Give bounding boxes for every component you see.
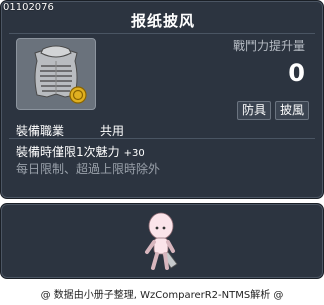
job-value: 共用 bbox=[100, 124, 125, 138]
character-preview-panel bbox=[0, 203, 324, 279]
limit-text: 每日限制、超過上限時除外 bbox=[16, 162, 161, 176]
combat-power-label: 戰鬥力提升量 bbox=[232, 39, 305, 53]
character-preview-icon bbox=[145, 212, 178, 270]
item-title: 报纸披风 bbox=[130, 12, 195, 30]
equip-bonus-value: +30 bbox=[123, 148, 145, 159]
job-label: 裝備職業 bbox=[16, 124, 65, 138]
tag-cape: 披風 bbox=[274, 101, 309, 120]
combat-power-value: 0 bbox=[288, 59, 305, 87]
divider bbox=[9, 138, 315, 139]
divider bbox=[9, 33, 315, 34]
equip-text: 裝備時僅限1次魅力 bbox=[16, 145, 120, 159]
item-icon-frame bbox=[16, 38, 96, 110]
item-tooltip: 01102076 报纸披风 戰鬥力提升量 0 防具 披風 裝備職業 共用 裝備時… bbox=[0, 0, 324, 199]
newspaper-cape-icon bbox=[34, 45, 87, 104]
tag-armor: 防具 bbox=[236, 101, 271, 120]
equip-bonus-line: 裝備時僅限1次魅力 +30 bbox=[16, 143, 145, 160]
credits-footer: @ 数据由小册子整理, WzComparerR2-NTMS解析 @ bbox=[40, 290, 284, 301]
